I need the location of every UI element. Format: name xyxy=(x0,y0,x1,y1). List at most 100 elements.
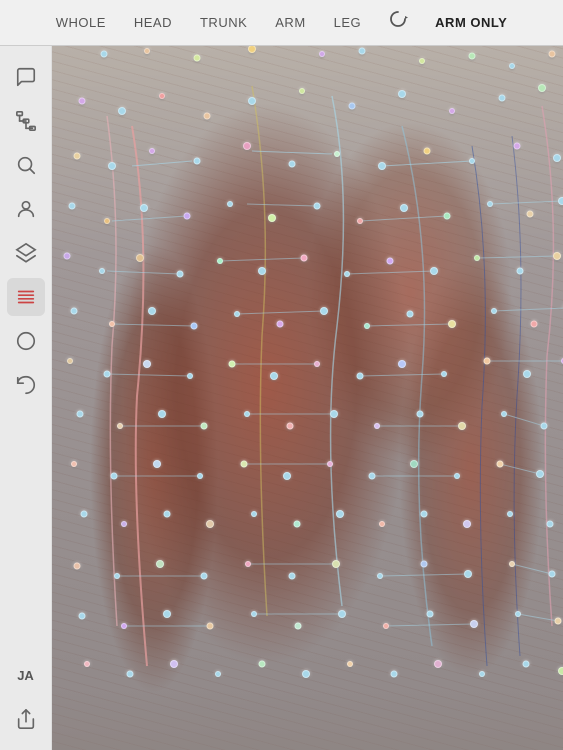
nerve-point xyxy=(357,218,363,224)
nav-item-arm[interactable]: ARM xyxy=(263,9,317,36)
nerve-point xyxy=(156,560,164,568)
nerve-point xyxy=(289,573,296,580)
nerve-point xyxy=(117,423,123,429)
search-icon[interactable] xyxy=(7,146,45,184)
circle-icon[interactable] xyxy=(7,322,45,360)
nerve-point xyxy=(314,361,320,367)
undo-icon[interactable] xyxy=(7,366,45,404)
nerve-point xyxy=(469,53,476,60)
nerve-point xyxy=(294,521,301,528)
canvas-area[interactable] xyxy=(52,46,563,750)
nerve-point xyxy=(377,573,383,579)
nerve-point xyxy=(140,204,148,212)
nerve-point xyxy=(332,560,340,568)
nerve-point xyxy=(514,143,521,150)
nerve-point xyxy=(549,571,556,578)
nerve-point xyxy=(204,113,211,120)
muscle-overlay xyxy=(52,46,563,750)
nerve-point xyxy=(427,611,434,618)
nerve-point xyxy=(523,370,531,378)
layers-icon[interactable] xyxy=(7,234,45,272)
nerve-point xyxy=(191,323,198,330)
nerve-point xyxy=(104,371,111,378)
nav-item-arm-only[interactable]: ARM ONLY xyxy=(423,9,519,36)
nerve-point xyxy=(378,162,386,170)
nerve-point xyxy=(517,268,524,275)
nerve-point xyxy=(349,103,356,110)
nerve-point xyxy=(464,570,472,578)
nerve-point xyxy=(547,521,554,528)
nav-item-head[interactable]: HEAD xyxy=(122,9,184,36)
nerve-point xyxy=(194,158,201,165)
nerve-point xyxy=(159,93,165,99)
rotate-button[interactable] xyxy=(377,3,419,42)
nerve-point xyxy=(270,372,278,380)
nerve-point xyxy=(77,411,84,418)
nav-item-whole[interactable]: WHOLE xyxy=(44,9,118,36)
nerve-point xyxy=(136,254,144,262)
nerve-point xyxy=(400,204,408,212)
nerve-point xyxy=(251,511,257,517)
nerve-point xyxy=(479,671,485,677)
nav-item-trunk[interactable]: TRUNK xyxy=(188,9,259,36)
nerve-point xyxy=(553,154,561,162)
nerve-point xyxy=(248,97,256,105)
nerve-point xyxy=(441,371,447,377)
nerve-point xyxy=(197,473,203,479)
nerve-point xyxy=(118,107,126,115)
nerve-point xyxy=(177,271,184,278)
nerve-point xyxy=(187,373,193,379)
nerve-point xyxy=(374,423,380,429)
nerve-point xyxy=(215,671,221,677)
nerve-point xyxy=(144,48,150,54)
nerve-point xyxy=(357,373,364,380)
nerve-point xyxy=(244,411,250,417)
left-sidebar: JA xyxy=(0,46,52,750)
hierarchy-icon[interactable] xyxy=(7,102,45,140)
nerve-point xyxy=(289,161,296,168)
nerve-point xyxy=(509,63,515,69)
nerve-point xyxy=(507,511,513,517)
nerve-point xyxy=(336,510,344,518)
nerve-point xyxy=(158,410,166,418)
nerve-point xyxy=(234,311,240,317)
person-icon[interactable] xyxy=(7,190,45,228)
nerve-point xyxy=(369,473,376,480)
nerve-point xyxy=(201,573,208,580)
nerve-point xyxy=(84,661,90,667)
nerve-point xyxy=(314,203,321,210)
bottom-share-icon[interactable] xyxy=(7,700,45,738)
nerve-point xyxy=(470,620,478,628)
nerve-point xyxy=(201,423,208,430)
nerve-point xyxy=(424,148,431,155)
nerve-point xyxy=(64,253,71,260)
nerve-point xyxy=(99,268,105,274)
nerve-point xyxy=(109,321,115,327)
nerve-point xyxy=(364,323,370,329)
comment-icon[interactable] xyxy=(7,58,45,96)
nerve-point xyxy=(553,252,561,260)
nerve-point xyxy=(127,671,134,678)
nerve-point xyxy=(527,211,534,218)
nav-item-leg[interactable]: LEG xyxy=(322,9,374,36)
nerve-point xyxy=(227,201,233,207)
nerve-point xyxy=(301,255,308,262)
nerve-point xyxy=(101,51,108,58)
nerve-point xyxy=(108,162,116,170)
nerve-point xyxy=(523,661,530,668)
nerve-point xyxy=(421,511,428,518)
nerve-point xyxy=(258,267,266,275)
nerve-point xyxy=(163,610,171,618)
nerve-point xyxy=(114,573,120,579)
nerve-point xyxy=(509,561,515,567)
user-initials[interactable]: JA xyxy=(7,656,45,694)
nerve-point xyxy=(391,671,398,678)
nerve-point xyxy=(277,321,284,328)
nerve-point xyxy=(104,218,110,224)
nerve-point xyxy=(71,461,77,467)
nerve-point xyxy=(383,623,389,629)
nerve-point xyxy=(153,460,161,468)
nerve-point xyxy=(206,520,214,528)
filter-icon[interactable] xyxy=(7,278,45,316)
nerve-point xyxy=(259,661,266,668)
